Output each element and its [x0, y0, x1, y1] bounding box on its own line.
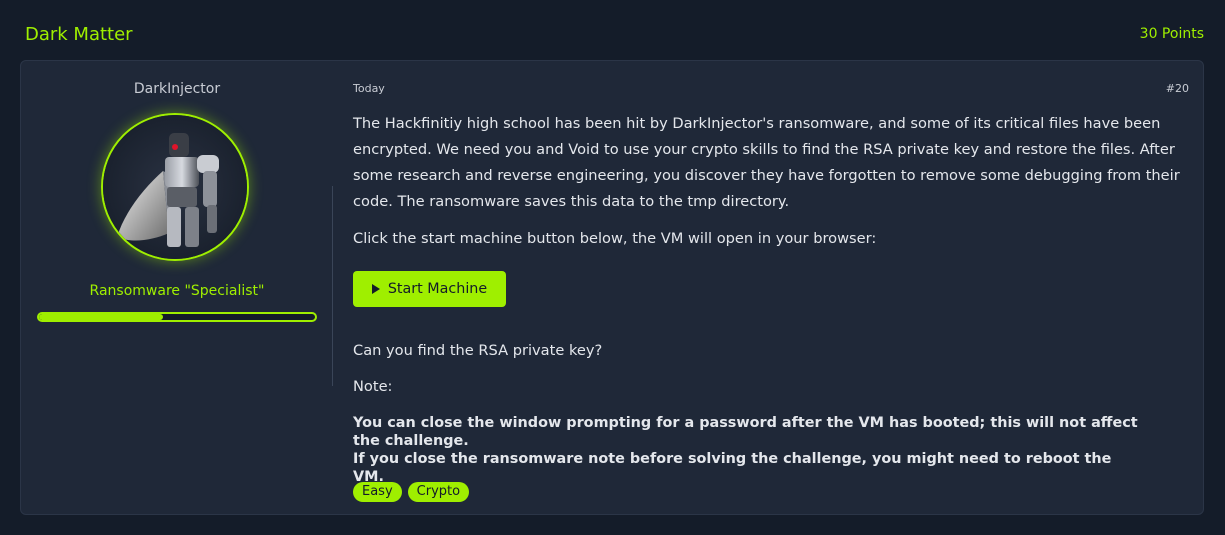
author-panel: DarkInjector Ransomware "Specialist" [21, 61, 333, 514]
post-number: #20 [1165, 82, 1189, 95]
start-machine-button[interactable]: Start Machine [353, 271, 506, 307]
task-question: Can you find the RSA private key? [353, 342, 603, 359]
author-name: DarkInjector [133, 81, 221, 97]
task-title[interactable]: Dark Matter [25, 24, 133, 45]
tag-crypto[interactable]: Crypto [407, 482, 470, 502]
note-label: Note: [353, 378, 393, 395]
task-card: DarkInjector Ransomware "Specialist" Tod… [20, 60, 1204, 515]
note-line: If you close the ransomware note before … [353, 451, 1112, 485]
play-icon [371, 284, 380, 294]
note-text: You can close the window prompting for a… [353, 414, 1143, 486]
column-divider [332, 186, 333, 386]
task-description: The Hackfinitiy high school has been hit… [353, 115, 1180, 210]
robot-avatar-image [103, 115, 247, 259]
rank-progress-bar [37, 312, 317, 322]
task-points: 30 Points [1139, 26, 1204, 42]
avatar [101, 113, 249, 261]
start-machine-label: Start Machine [387, 281, 488, 297]
task-header[interactable]: Dark Matter 30 Points [25, 20, 1204, 48]
start-instruction: Click the start machine button below, th… [353, 230, 877, 247]
rank-progress-fill [39, 314, 164, 320]
post-date: Today [353, 82, 385, 95]
tag-easy[interactable]: Easy [353, 482, 402, 502]
tag-list: Easy Crypto [353, 482, 470, 502]
task-page: Dark Matter 30 Points DarkInjector Ranso… [0, 0, 1225, 535]
author-rank: Ransomware "Specialist" [89, 283, 265, 299]
note-line: You can close the window prompting for a… [353, 415, 1138, 449]
task-content: Today #20 The Hackfinitiy high school ha… [353, 61, 1189, 514]
